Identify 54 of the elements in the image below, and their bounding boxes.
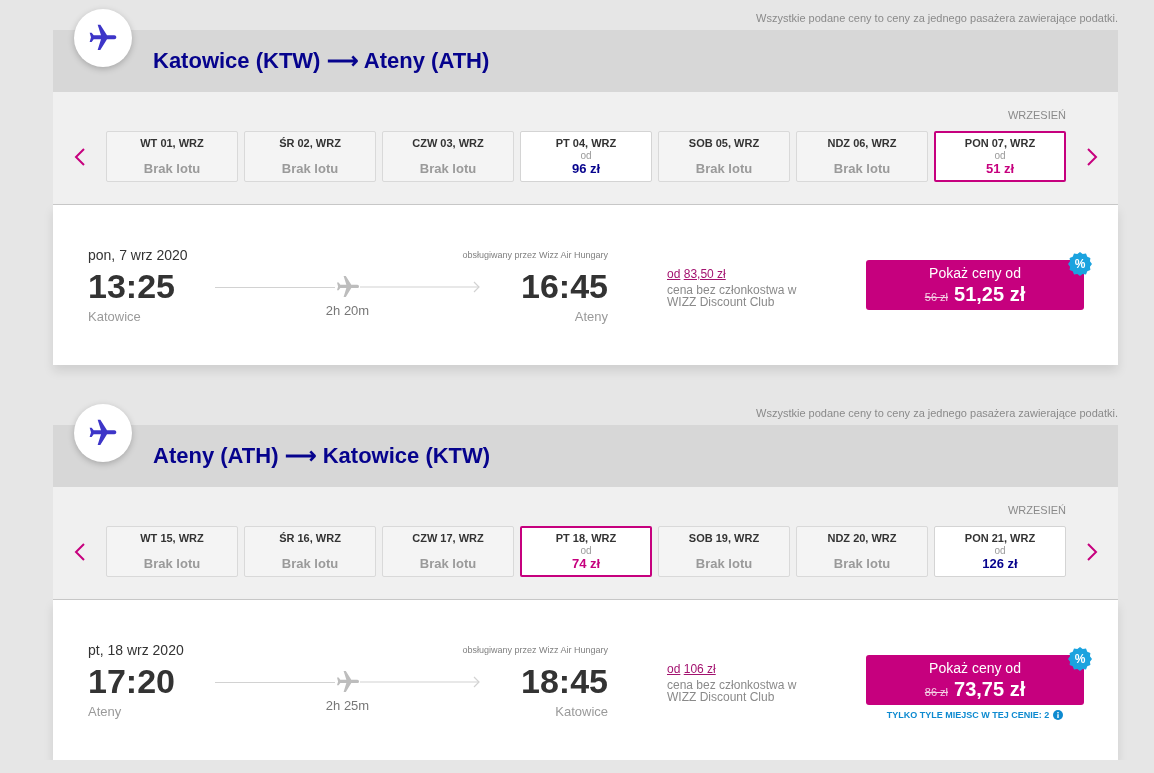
discount-badge: % xyxy=(1068,647,1092,671)
date-tab[interactable]: SOB 19, WRZ Brak lotu xyxy=(658,526,790,577)
plane-logo-icon xyxy=(74,404,132,462)
arrival-time: 18:45 xyxy=(521,661,608,702)
arrival-time: 16:45 xyxy=(521,266,608,307)
date-tab[interactable]: NDZ 20, WRZ Brak lotu xyxy=(796,526,928,577)
route-title: Ateny (ATH) ⟶ Katowice (KTW) xyxy=(153,442,491,470)
plane-logo-icon xyxy=(74,9,132,67)
next-dates-button[interactable] xyxy=(1086,147,1098,166)
month-label: WRZESIEŃ xyxy=(1007,503,1066,517)
date-tab[interactable]: ŚR 02, WRZ Brak lotu xyxy=(244,131,376,182)
date-tab[interactable]: WT 01, WRZ Brak lotu xyxy=(106,131,238,182)
arrival-city: Katowice xyxy=(555,703,608,721)
flight-duration: 2h 25m xyxy=(325,697,370,715)
date-tab[interactable]: PT 18, WRZ od 74 zł xyxy=(520,526,652,577)
departure-time: 17:20 xyxy=(88,661,175,702)
departure-city: Ateny xyxy=(88,703,122,721)
member-price-link[interactable]: od 83,50 zł xyxy=(667,266,726,282)
departure-time: 13:25 xyxy=(88,266,175,307)
member-price-link[interactable]: od 106 zł xyxy=(667,661,716,677)
date-tab[interactable]: NDZ 06, WRZ Brak lotu xyxy=(796,131,928,182)
previous-dates-button[interactable] xyxy=(73,147,86,166)
departure-city: Katowice xyxy=(88,308,141,326)
flight-duration: 2h 20m xyxy=(325,302,370,320)
flight-date: pt, 18 wrz 2020 xyxy=(88,641,184,660)
flight-date: pon, 7 wrz 2020 xyxy=(88,246,188,265)
month-label: WRZESIEŃ xyxy=(1007,108,1066,122)
chevron-left-icon xyxy=(73,147,86,166)
date-tab[interactable]: WT 15, WRZ Brak lotu xyxy=(106,526,238,577)
price-info-note: Wszystkie podane ceny to ceny za jednego pasażera zawierające podatki. xyxy=(756,406,1118,421)
arrival-city: Ateny xyxy=(574,308,608,326)
plane-icon xyxy=(337,671,359,693)
seats-warning: TYLKO TYLE MIEJSC W TEJ CENIE: 2 xyxy=(886,709,1050,721)
operator-note: obsługiwany przez Wizz Air Hungary xyxy=(462,644,608,657)
previous-dates-button[interactable] xyxy=(73,542,86,561)
date-tab[interactable]: ŚR 16, WRZ Brak lotu xyxy=(244,526,376,577)
date-tab[interactable]: PT 04, WRZ od 96 zł xyxy=(520,131,652,182)
price-note: cena bez członkostwa w WIZZ Discount Club xyxy=(667,284,798,308)
info-icon[interactable] xyxy=(1053,710,1064,720)
chevron-right-icon xyxy=(1086,147,1098,166)
price-info-note: Wszystkie podane ceny to ceny za jednego pasażera zawierające podatki. xyxy=(756,11,1118,26)
plane-icon xyxy=(337,276,359,298)
route-title: Katowice (KTW) ⟶ Ateny (ATH) xyxy=(153,47,490,75)
chevron-right-icon xyxy=(1086,542,1098,561)
next-dates-button[interactable] xyxy=(1086,542,1098,561)
date-tab[interactable]: CZW 03, WRZ Brak lotu xyxy=(382,131,514,182)
discount-badge: % xyxy=(1068,252,1092,276)
date-tab[interactable]: PON 07, WRZ od 51 zł xyxy=(934,131,1066,182)
chevron-left-icon xyxy=(73,542,86,561)
date-tab[interactable]: PON 21, WRZ od 126 zł xyxy=(934,526,1066,577)
date-tab[interactable]: SOB 05, WRZ Brak lotu xyxy=(658,131,790,182)
operator-note: obsługiwany przez Wizz Air Hungary xyxy=(462,249,608,262)
date-tab[interactable]: CZW 17, WRZ Brak lotu xyxy=(382,526,514,577)
price-note: cena bez członkostwa w WIZZ Discount Club xyxy=(667,679,798,703)
